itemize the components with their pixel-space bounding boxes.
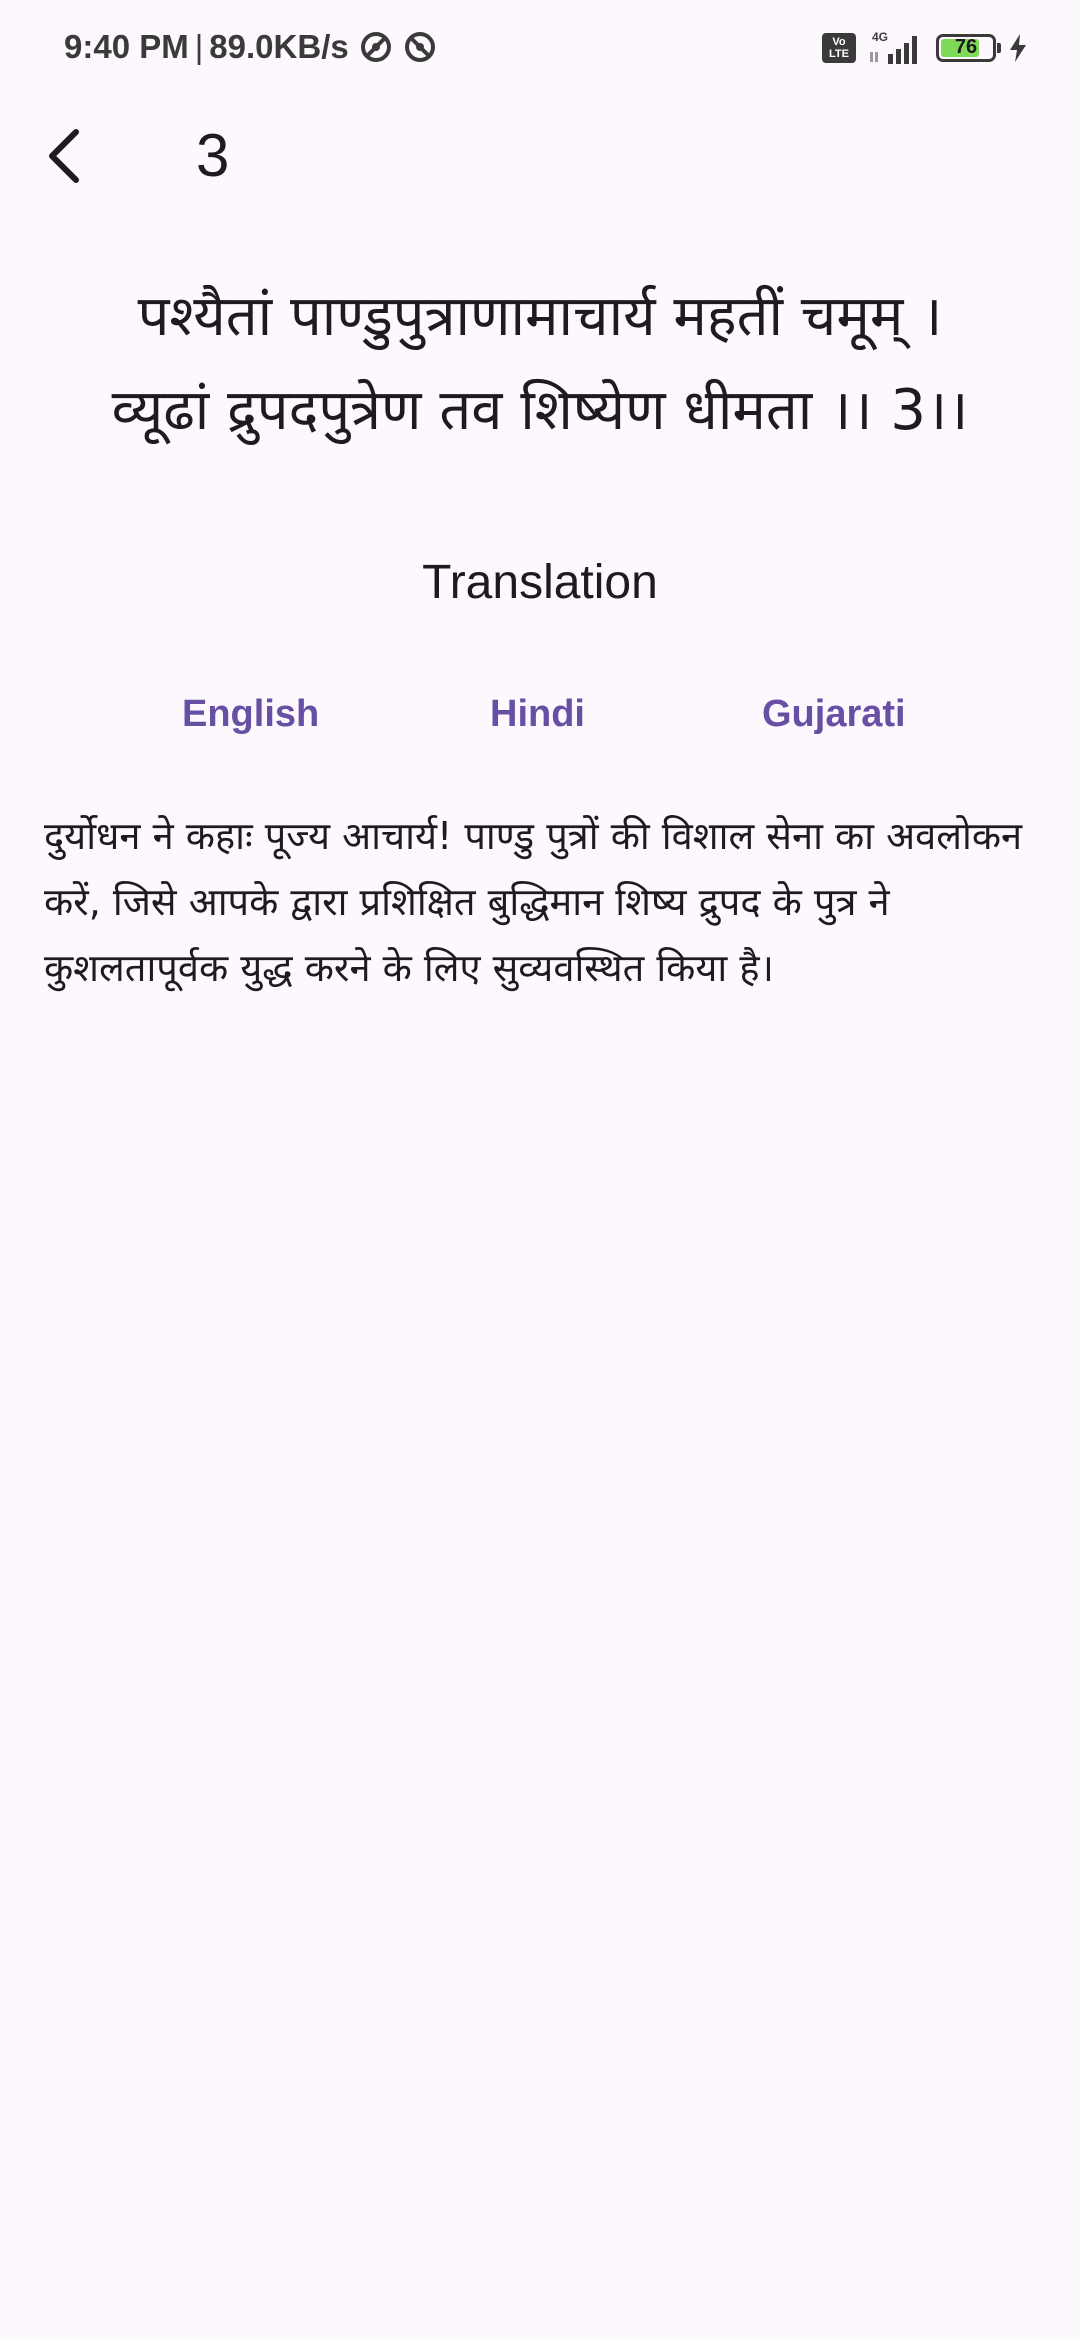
status-bar: 9:40 PM | 89.0KB/s Vo LTE 4G 76 <box>0 0 1080 100</box>
data-saver-icon <box>404 32 435 62</box>
charging-bolt-icon <box>1010 34 1026 62</box>
verse-line-2: व्यूढां द्रुपदपुत्रेण तव शिष्येण धीमता ।… <box>111 378 969 443</box>
translation-heading: Translation <box>422 556 658 609</box>
status-right: Vo LTE 4G 76 <box>810 30 1028 66</box>
tab-english[interactable]: English <box>182 680 319 748</box>
page-title: 3 <box>196 122 230 189</box>
battery-nub <box>997 43 1001 53</box>
language-tabs: English Hindi Gujarati <box>0 680 1080 748</box>
translation-text: दुर्योधन ने कहाः पूज्य आचार्य! पाण्डु पु… <box>44 814 1023 990</box>
back-button[interactable] <box>24 116 104 196</box>
do-not-disturb-icon <box>360 32 391 62</box>
status-left: 9:40 PM | 89.0KB/s <box>64 28 437 66</box>
battery-level: 76 <box>954 36 978 58</box>
app-bar: 3 <box>0 100 1080 212</box>
verse-line-1: पश्यैतां पाण्डुपुत्राणामाचार्य महतीं चमू… <box>137 284 943 349</box>
status-time: 9:40 PM <box>64 28 189 65</box>
status-separator: | <box>194 28 204 65</box>
battery-icon: 76 <box>936 34 1001 62</box>
network-type-label: 4G <box>872 30 888 44</box>
tab-gujarati[interactable]: Gujarati <box>762 680 906 748</box>
network-speed: 89.0KB/s <box>209 28 349 65</box>
sanskrit-verse: पश्यैतां पाण्डुपुत्राणामाचार्य महतीं चमू… <box>40 270 1040 458</box>
tab-hindi[interactable]: Hindi <box>490 680 585 748</box>
cellular-signal-icon: 4G <box>870 30 917 64</box>
volte-icon: Vo LTE <box>822 33 856 63</box>
chevron-left-icon <box>49 129 79 183</box>
